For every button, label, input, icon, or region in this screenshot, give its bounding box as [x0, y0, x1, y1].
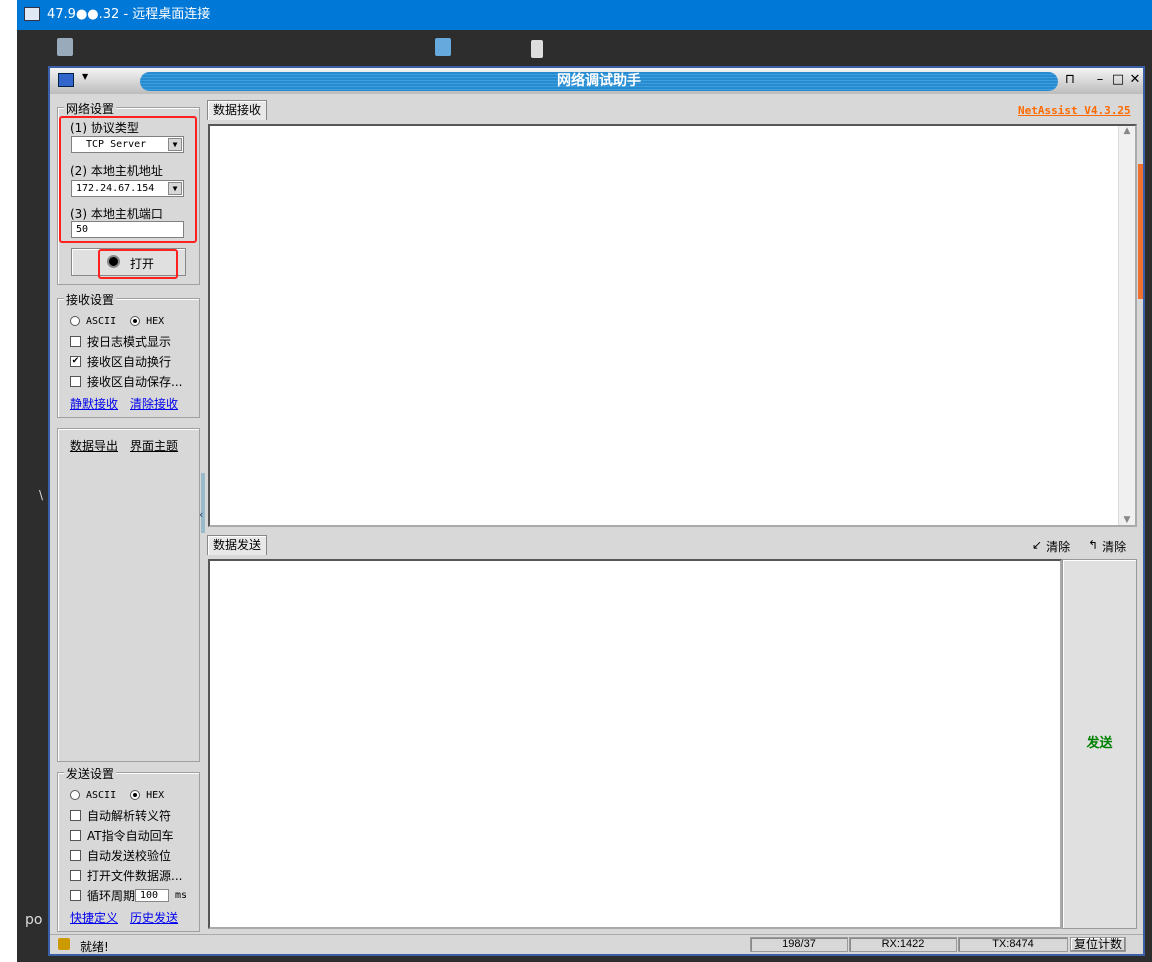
clear-count-button[interactable]: ↰ 清除 — [1088, 538, 1126, 555]
checkbox-loop[interactable] — [70, 889, 81, 901]
radio-label: ASCII — [86, 789, 117, 801]
status-bar: 就绪! 198/37 RX:1422 TX:8474 复位计数 — [50, 934, 1143, 954]
tab-send[interactable]: 数据发送 — [207, 535, 268, 555]
minimize-icon[interactable]: – — [1092, 72, 1108, 88]
protocol-label: (1) 协议类型 — [70, 121, 139, 135]
open-button-label: 打开 — [130, 257, 155, 271]
clear-label: 清除 — [1102, 540, 1127, 554]
checkbox-escape[interactable] — [70, 809, 81, 821]
chevron-down-icon: ▼ — [168, 182, 182, 195]
recycle-bin-icon[interactable] — [57, 38, 73, 56]
checkbox-file-source[interactable] — [70, 869, 81, 881]
checkbox-label: AT指令自动回车 — [87, 828, 174, 843]
unit-label: ms — [175, 889, 188, 901]
tab-receive[interactable]: 数据接收 — [207, 100, 268, 120]
send-textarea[interactable] — [208, 559, 1062, 929]
maximize-icon[interactable]: □ — [1110, 72, 1126, 88]
arrow-down-left-icon: ↙ — [1032, 538, 1043, 552]
silent-receive-link[interactable]: 静默接收 — [70, 395, 118, 412]
group-title: 接收设置 — [64, 291, 117, 308]
pin-icon[interactable]: ⊓ — [1062, 72, 1078, 88]
protocol-select[interactable]: TCP Server ▼ — [71, 136, 184, 153]
side-indicator — [1138, 164, 1143, 299]
send-settings-group: 发送设置 ASCII HEX 自动解析转义符 AT指令自动回车 自动发送校验位 打… — [57, 765, 200, 932]
history-link[interactable]: 历史发送 — [130, 909, 178, 926]
rdp-title: 47.9●●.32 - 远程桌面连接 — [47, 7, 211, 22]
reset-count-button[interactable]: 复位计数 — [1070, 937, 1126, 952]
rdp-titlebar: 47.9●●.32 - 远程桌面连接 — [17, 0, 1152, 30]
host-value: 172.24.67.154 — [76, 183, 155, 194]
scroll-down-icon[interactable]: ▼ — [1119, 515, 1135, 525]
checkbox-label: 自动发送校验位 — [87, 848, 172, 863]
checkbox-label: 接收区自动换行 — [87, 354, 172, 369]
radio-hex[interactable] — [130, 790, 141, 800]
radio-label: HEX — [146, 315, 165, 327]
radio-ascii[interactable] — [70, 316, 80, 326]
computer-icon[interactable] — [435, 38, 451, 56]
rdp-icon — [24, 7, 40, 21]
checkbox-at-cr[interactable] — [70, 829, 81, 841]
radio-ascii[interactable] — [70, 790, 80, 800]
clear-receive-link[interactable]: 清除接收 — [130, 395, 178, 412]
scrollbar[interactable]: ▲ ▼ — [1118, 126, 1135, 525]
checkbox-label: 按日志模式显示 — [87, 334, 172, 349]
status-led-icon — [107, 255, 120, 268]
status-text: 就绪! — [80, 940, 109, 954]
clear-label: 清除 — [1046, 540, 1071, 554]
group-title: 网络设置 — [64, 100, 117, 117]
netassist-window: ▼ 网络调试助手 ⊓ – □ ✕ 网络设置 (1) 协议类型 TCP Serve… — [48, 66, 1145, 956]
document-icon[interactable] — [531, 40, 543, 58]
app-title: 网络调试助手 — [557, 73, 641, 89]
checkbox-checksum[interactable] — [70, 849, 81, 861]
app-menu-icon[interactable] — [58, 73, 74, 87]
splitter-handle[interactable] — [201, 473, 205, 533]
shortcut-link[interactable]: 快捷定义 — [70, 909, 118, 926]
titlebar: ▼ 网络调试助手 ⊓ – □ ✕ — [50, 68, 1143, 94]
clear-send-button[interactable]: ↙ 清除 — [1032, 538, 1070, 555]
chevron-left-icon[interactable]: ‹ — [199, 508, 203, 521]
data-export-link[interactable]: 数据导出 — [70, 437, 118, 454]
port-label: (3) 本地主机端口 — [70, 207, 163, 221]
status-icon — [58, 938, 70, 950]
checkbox-auto-save[interactable] — [70, 375, 81, 387]
port-input[interactable]: 50 — [71, 221, 184, 238]
extra-group: 数据导出 界面主题 — [57, 428, 200, 762]
chevron-down-icon: ▼ — [168, 138, 182, 151]
rx-count: RX:1422 — [849, 937, 957, 952]
receive-settings-group: 接收设置 ASCII HEX 按日志模式显示 ✔ 接收区自动换行 接收区自动保存..… — [57, 291, 200, 418]
close-icon[interactable]: ✕ — [1127, 72, 1143, 88]
desktop-text: \ — [39, 488, 44, 502]
loop-period-input[interactable]: 100 — [135, 888, 170, 902]
desktop-text: po — [25, 912, 43, 928]
theme-link[interactable]: 界面主题 — [130, 437, 178, 454]
checkbox-label: 打开文件数据源... — [87, 868, 183, 883]
scroll-up-icon[interactable]: ▲ — [1119, 126, 1135, 136]
tx-count: TX:8474 — [958, 937, 1068, 952]
radio-label: HEX — [146, 789, 165, 801]
arrow-up-icon: ↰ — [1088, 538, 1099, 552]
send-button[interactable]: 发送 — [1062, 559, 1137, 929]
group-title: 发送设置 — [64, 765, 117, 782]
checkbox-auto-wrap[interactable]: ✔ — [70, 355, 81, 367]
host-select[interactable]: 172.24.67.154 ▼ — [71, 180, 184, 197]
chevron-down-icon[interactable]: ▼ — [82, 72, 88, 81]
protocol-value: TCP Server — [86, 139, 147, 150]
version-link[interactable]: NetAssist V4.3.25 — [1018, 104, 1131, 117]
receive-textarea[interactable]: ▲ ▼ — [208, 124, 1137, 527]
checkbox-label: 接收区自动保存... — [87, 374, 183, 389]
checkbox-label: 自动解析转义符 — [87, 808, 172, 823]
counter-display: 198/37 — [750, 937, 848, 952]
open-button[interactable]: 打开 — [71, 248, 186, 279]
radio-hex[interactable] — [130, 316, 141, 326]
checkbox-label: 循环周期 — [87, 888, 136, 903]
host-label: (2) 本地主机地址 — [70, 164, 163, 178]
network-settings-group: 网络设置 (1) 协议类型 TCP Server ▼ (2) 本地主机地址 172… — [57, 100, 200, 285]
radio-label: ASCII — [86, 315, 117, 327]
checkbox-log-mode[interactable] — [70, 335, 81, 347]
